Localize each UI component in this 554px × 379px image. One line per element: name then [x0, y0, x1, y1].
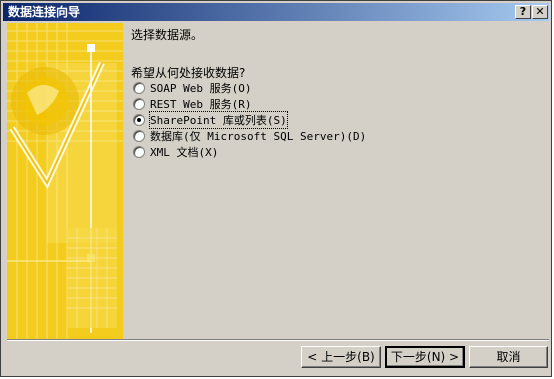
source-question: 希望从何处接收数据? — [131, 66, 246, 80]
help-button[interactable]: ? — [515, 5, 531, 19]
option-label: SOAP Web 服务(O) — [150, 81, 252, 95]
option-database[interactable]: 数据库(仅 Microsoft SQL Server)(D) — [133, 128, 366, 143]
option-label: REST Web 服务(R) — [150, 97, 252, 111]
radio-sharepoint-library[interactable] — [133, 113, 145, 126]
title-bar[interactable]: 数据连接向导 ? ✕ — [3, 3, 549, 21]
cancel-button[interactable]: 取消 — [469, 346, 548, 368]
close-button[interactable]: ✕ — [532, 5, 548, 19]
option-rest-web-service[interactable]: REST Web 服务(R) — [133, 96, 251, 111]
option-label: XML 文档(X) — [150, 145, 219, 159]
radio-soap-web-service[interactable] — [133, 81, 145, 94]
option-soap-web-service[interactable]: SOAP Web 服务(O) — [133, 80, 251, 95]
footer-divider — [7, 339, 549, 341]
wizard-content: 选择数据源。 希望从何处接收数据? SOAP Web 服务(O) REST We… — [123, 23, 549, 339]
radio-rest-web-service[interactable] — [133, 97, 145, 110]
back-button[interactable]: < 上一步(B) — [301, 346, 381, 368]
option-label: SharePoint 库或列表(S) — [149, 110, 288, 129]
option-xml-document[interactable]: XML 文档(X) — [133, 144, 218, 159]
option-sharepoint-library[interactable]: SharePoint 库或列表(S) — [133, 110, 288, 129]
window-title: 数据连接向导 — [8, 5, 81, 19]
option-label: 数据库(仅 Microsoft SQL Server)(D) — [150, 129, 367, 143]
banner-graphic — [7, 23, 123, 339]
step-heading: 选择数据源。 — [131, 28, 204, 42]
wizard-banner — [7, 23, 123, 339]
radio-database[interactable] — [133, 129, 145, 142]
radio-xml-document[interactable] — [133, 145, 145, 158]
wizard-dialog: 数据连接向导 ? ✕ 选择数据源。 希望从何处接收数据? SOAP Web 服务… — [0, 0, 552, 377]
next-button[interactable]: 下一步(N) > — [385, 346, 465, 368]
